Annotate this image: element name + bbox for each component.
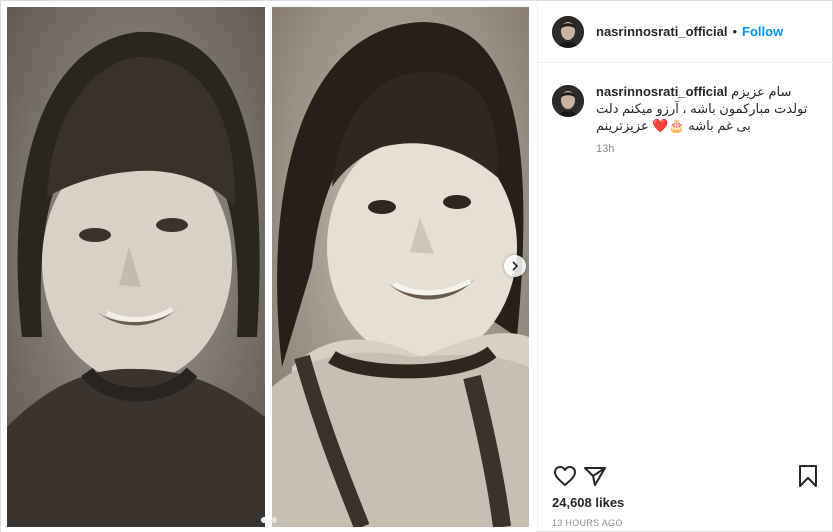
share-button[interactable] [580,461,610,491]
childhood-photo-right [272,7,529,527]
childhood-photo-left [7,7,265,527]
caption-comment: nasrinnosrati_official سام عزیزم تولدت م… [538,63,833,155]
caption-text-block: nasrinnosrati_official سام عزیزم تولدت م… [596,83,820,134]
post-sidebar: nasrinnosrati_official • Follow nasrinno… [537,1,833,532]
save-button[interactable] [793,461,823,491]
header-username[interactable]: nasrinnosrati_official [596,24,727,39]
chevron-right-icon [512,261,519,271]
instagram-post: nasrinnosrati_official • Follow nasrinno… [0,0,833,532]
action-bar [538,456,833,496]
caption-time: 13h [596,143,615,155]
like-button[interactable] [550,461,580,491]
caption-body: nasrinnosrati_official سام عزیزم تولدت م… [596,83,820,155]
paper-plane-icon [584,467,606,486]
post-header: nasrinnosrati_official • Follow [538,1,833,63]
heart-outline-icon [554,466,576,486]
carousel-dot-2 [271,517,277,523]
caption-avatar[interactable] [552,85,584,117]
bookmark-outline-icon [799,465,817,487]
carousel-next-button[interactable] [504,255,526,277]
follow-button[interactable]: Follow [742,24,783,39]
carousel-dot-1 [261,517,267,523]
post-media[interactable] [1,1,536,532]
post-timestamp[interactable]: 13 HOURS AGO [552,518,623,528]
avatar[interactable] [552,15,584,48]
header-separator: • [732,24,738,39]
carousel-indicator [261,517,277,523]
caption-username[interactable]: nasrinnosrati_official [596,84,727,99]
likes-count[interactable]: 24,608 likes [552,495,624,510]
